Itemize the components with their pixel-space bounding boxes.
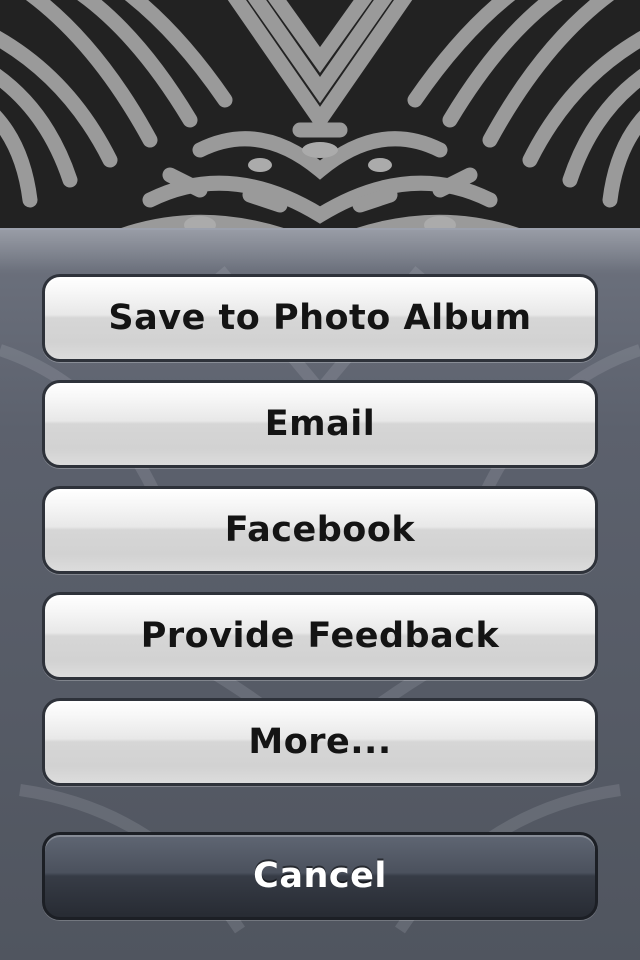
save-to-photo-album-label: Save to Photo Album	[108, 298, 532, 338]
facebook-button[interactable]: Facebook	[42, 486, 598, 574]
zebra-pattern-image	[0, 0, 640, 240]
more-label: More...	[248, 722, 392, 762]
provide-feedback-label: Provide Feedback	[140, 616, 500, 656]
email-button[interactable]: Email	[42, 380, 598, 468]
cancel-label: Cancel	[253, 856, 387, 896]
background-photo	[0, 0, 640, 240]
email-label: Email	[264, 404, 376, 444]
action-sheet: Save to Photo Album Email Facebook Provi…	[0, 228, 640, 960]
facebook-label: Facebook	[224, 510, 416, 550]
cancel-button[interactable]: Cancel	[42, 832, 598, 920]
more-button[interactable]: More...	[42, 698, 598, 786]
save-to-photo-album-button[interactable]: Save to Photo Album	[42, 274, 598, 362]
provide-feedback-button[interactable]: Provide Feedback	[42, 592, 598, 680]
